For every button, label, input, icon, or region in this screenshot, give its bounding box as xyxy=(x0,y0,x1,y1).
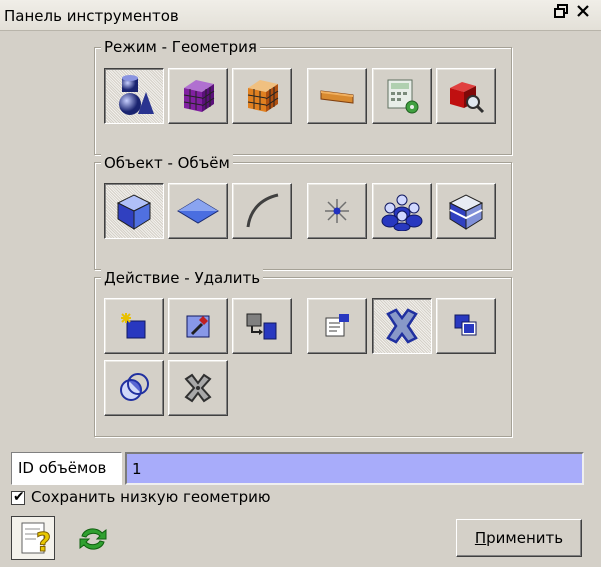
create-icon xyxy=(121,313,146,339)
volume-id-row: ID объёмов xyxy=(11,452,584,485)
calculator-settings-icon xyxy=(387,79,419,114)
help-button[interactable]: ? xyxy=(11,516,55,560)
mesh-cube-purple-icon xyxy=(183,80,215,112)
curve-icon xyxy=(246,193,279,228)
mesh-hex-mode-button[interactable] xyxy=(232,68,292,124)
panel-titlebar: Панель инструментов xyxy=(0,0,601,31)
group-button[interactable] xyxy=(372,183,432,239)
copy-icon xyxy=(454,314,477,336)
surface-icon xyxy=(177,198,219,224)
delete-icon xyxy=(386,308,418,344)
surface-button[interactable] xyxy=(168,183,228,239)
modify-icon xyxy=(186,315,210,338)
close-icon[interactable] xyxy=(574,4,592,22)
mode-group-label: Режим - Геометрия xyxy=(101,38,260,56)
inspect-cube-icon xyxy=(450,82,485,114)
help-icon: ? xyxy=(21,522,52,559)
mesh-mode-button[interactable] xyxy=(168,68,228,124)
keep-geometry-checkbox[interactable]: ✔ xyxy=(11,489,25,505)
volume-id-label: ID объёмов xyxy=(11,452,122,485)
refresh-icon xyxy=(79,528,107,550)
svg-text:?: ? xyxy=(36,528,51,558)
body-button[interactable] xyxy=(436,183,496,239)
create-button[interactable] xyxy=(104,298,164,354)
cut-icon xyxy=(184,373,212,403)
transform-button[interactable] xyxy=(232,298,292,354)
action-group-label: Действие - Удалить xyxy=(101,269,264,287)
group-icon xyxy=(381,194,423,231)
properties-button[interactable] xyxy=(307,298,367,354)
curve-button[interactable] xyxy=(232,183,292,239)
boundary-strip-icon xyxy=(320,90,354,104)
toolbar-panel: Панель инструментов Режим - Геометрия Об… xyxy=(0,0,601,567)
transform-icon xyxy=(246,313,277,340)
object-group-label: Объект - Объём xyxy=(101,154,233,172)
inspect-mode-button[interactable] xyxy=(436,68,496,124)
boundary-mode-button[interactable] xyxy=(307,68,367,124)
mesh-cube-orange-icon xyxy=(247,80,279,112)
refresh-button[interactable] xyxy=(76,522,110,556)
copy-button[interactable] xyxy=(436,298,496,354)
vertex-icon xyxy=(325,199,349,223)
keep-geometry-label: Сохранить низкую геометрию xyxy=(31,488,271,506)
boolean-button[interactable] xyxy=(104,360,164,416)
panel-title: Панель инструментов xyxy=(4,7,179,25)
volume-id-input[interactable] xyxy=(125,452,584,485)
vertex-button[interactable] xyxy=(307,183,367,239)
analysis-mode-button[interactable] xyxy=(372,68,432,124)
geometry-mode-button[interactable] xyxy=(104,68,164,124)
geometry-shapes-icon xyxy=(119,75,154,115)
cut-button[interactable] xyxy=(168,360,228,416)
checkmark-icon: ✔ xyxy=(13,489,25,505)
volume-button[interactable] xyxy=(104,183,164,239)
apply-label: рименить xyxy=(486,529,564,547)
boolean-icon xyxy=(120,373,149,401)
apply-button[interactable]: Применить xyxy=(456,519,582,557)
delete-button[interactable] xyxy=(372,298,432,354)
modify-button[interactable] xyxy=(168,298,228,354)
volume-cube-icon xyxy=(116,194,152,230)
properties-icon xyxy=(325,314,349,337)
body-icon xyxy=(448,194,484,230)
float-icon[interactable] xyxy=(552,4,570,22)
apply-label-mnemonic: П xyxy=(474,529,487,547)
